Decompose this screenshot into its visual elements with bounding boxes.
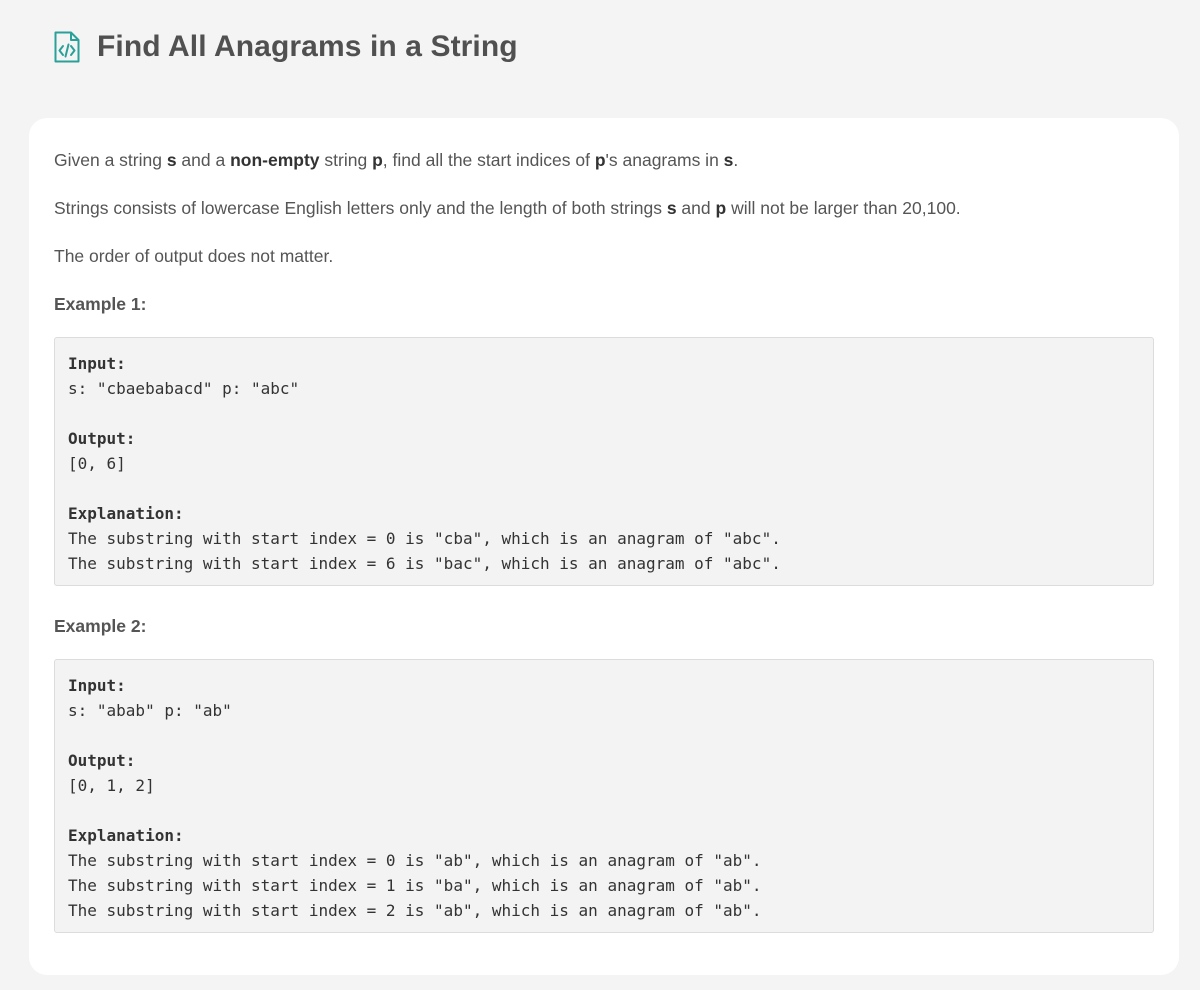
bold-term: p: [715, 198, 727, 218]
text-segment: string: [319, 150, 373, 170]
bold-term: s: [723, 150, 734, 170]
problem-description-1: Given a string s and a non-empty string …: [54, 148, 1154, 173]
explanation-line: The substring with start index = 6 is "b…: [68, 554, 781, 573]
explanation-line: The substring with start index = 0 is "a…: [68, 851, 762, 870]
example-2-code-block: Input: s: "abab" p: "ab" Output: [0, 1, 2] E…: [54, 659, 1154, 933]
text-segment: and a: [176, 150, 231, 170]
problem-description-2: Strings consists of lowercase English le…: [54, 196, 1154, 221]
example-2-heading: Example 2:: [54, 616, 147, 636]
input-label: Input:: [68, 676, 126, 695]
code-file-icon: [54, 31, 80, 63]
output-value: [0, 6]: [68, 454, 126, 473]
text-segment: , find all the start indices of: [382, 150, 595, 170]
explanation-line: The substring with start index = 2 is "a…: [68, 901, 762, 920]
problem-card: Given a string s and a non-empty string …: [29, 118, 1179, 975]
page-header: Find All Anagrams in a String: [0, 0, 1200, 118]
explanation-label: Explanation:: [68, 504, 184, 523]
output-value: [0, 1, 2]: [68, 776, 155, 795]
bold-term: p: [372, 150, 383, 170]
text-segment: Strings consists of lowercase English le…: [54, 198, 667, 218]
text-segment: 's anagrams in: [605, 150, 724, 170]
output-label: Output:: [68, 429, 136, 448]
example-1-code-block: Input: s: "cbaebabacd" p: "abc" Output: [0,…: [54, 337, 1154, 586]
bold-term: s: [666, 198, 677, 218]
text-segment: and: [676, 198, 716, 218]
explanation-line: The substring with start index = 1 is "b…: [68, 876, 762, 895]
text-segment: .: [733, 150, 739, 170]
page-title: Find All Anagrams in a String: [97, 30, 518, 63]
output-label: Output:: [68, 751, 136, 770]
bold-term: s: [166, 150, 177, 170]
text-segment: Given a string: [54, 150, 167, 170]
input-label: Input:: [68, 354, 126, 373]
explanation-label: Explanation:: [68, 826, 184, 845]
input-value: s: "cbaebabacd" p: "abc": [68, 379, 300, 398]
explanation-line: The substring with start index = 0 is "c…: [68, 529, 781, 548]
problem-description-3: The order of output does not matter.: [54, 246, 334, 266]
example-1-heading: Example 1:: [54, 294, 147, 314]
bold-term: p: [594, 150, 606, 170]
bold-term: non-empty: [230, 150, 320, 170]
input-value: s: "abab" p: "ab": [68, 701, 232, 720]
text-segment: will not be larger than 20,100.: [726, 198, 961, 218]
